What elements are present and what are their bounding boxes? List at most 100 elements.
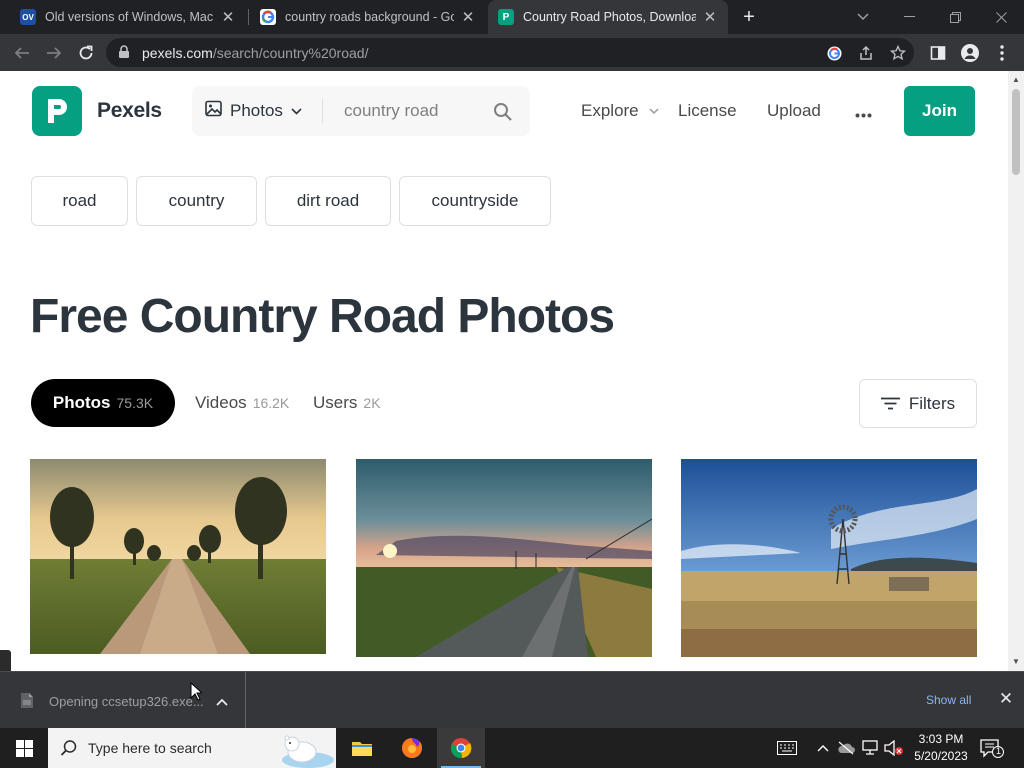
taskbar-search-box[interactable]: Type here to search [48, 728, 336, 768]
photo-windmill-field[interactable] [681, 459, 977, 657]
url-text: pexels.com/search/country%20road/ [142, 45, 368, 61]
scroll-down-arrow-icon[interactable]: ▼ [1012, 657, 1020, 666]
browser-toolbar: pexels.com/search/country%20road/ [0, 34, 1024, 71]
tab-pexels-active[interactable]: P Country Road Photos, Download ✕ [488, 0, 728, 34]
file-explorer-icon[interactable] [338, 728, 386, 768]
tab-photos-label: Photos [52, 393, 111, 412]
taskbar-search-placeholder: Type here to search [88, 740, 212, 756]
show-all-downloads-link[interactable]: Show all [926, 693, 971, 707]
windows-start-icon[interactable] [0, 728, 48, 768]
notification-count: 1 [995, 746, 1001, 756]
download-bar: Opening ccsetup326.exe... Show all ✕ [0, 671, 1024, 728]
polar-bear-search-highlight-icon [274, 730, 334, 768]
download-filename: Opening ccsetup326.exe... [49, 694, 204, 709]
tab-photos[interactable]: Photos 75.3K [31, 379, 175, 427]
scrollbar-thumb[interactable] [1012, 89, 1020, 175]
explore-label: Explore [581, 101, 639, 120]
brand-name[interactable]: Pexels [97, 99, 162, 123]
page-edge-handle [0, 650, 11, 671]
filters-button[interactable]: Filters [859, 379, 977, 428]
photo-road-to-sunset[interactable] [356, 459, 652, 657]
chrome-taskbar-icon[interactable] [437, 728, 485, 768]
related-chip-road[interactable]: road [31, 176, 128, 226]
pexels-logo-icon[interactable] [32, 86, 82, 136]
download-item[interactable]: Opening ccsetup326.exe... [0, 672, 246, 728]
back-arrow-icon[interactable] [9, 40, 35, 66]
search-input[interactable] [332, 98, 482, 124]
lock-icon[interactable] [118, 45, 130, 64]
restore-icon[interactable] [932, 0, 978, 34]
address-bar[interactable]: pexels.com/search/country%20road/ [106, 38, 914, 67]
related-chip-dirt-road[interactable]: dirt road [265, 176, 391, 226]
photo-tree-lined-dirt-road[interactable] [30, 459, 326, 654]
page-title: Free Country Road Photos [30, 290, 615, 343]
notification-center-icon[interactable]: 1 [980, 738, 1004, 758]
upload-link[interactable]: Upload [767, 101, 821, 121]
license-link[interactable]: License [678, 101, 737, 121]
file-icon [20, 692, 34, 714]
pexels-favicon-icon: P [498, 9, 514, 25]
clock-time: 3:03 PM [918, 732, 964, 746]
keyboard-icon[interactable] [776, 739, 798, 757]
firefox-icon[interactable] [388, 728, 436, 768]
browser-tab-strip: OV Old versions of Windows, Mac an ✕ cou… [0, 0, 1024, 34]
tab-google-search[interactable]: country roads background - Goo ✕ [250, 0, 486, 34]
windows-taskbar: Type here to search 3:03 PM 5/20/2023 1 [0, 728, 1024, 768]
media-type-label: Photos [230, 101, 283, 120]
page-scrollbar[interactable]: ▲ ▼ [1008, 71, 1024, 671]
show-hidden-icons-chevron-icon[interactable] [813, 739, 833, 757]
taskbar-clock[interactable]: 3:03 PM 5/20/2023 [912, 731, 970, 765]
related-chip-countryside[interactable]: countryside [399, 176, 551, 226]
url-host: pexels.com [142, 45, 213, 61]
tab-close-icon[interactable]: ✕ [460, 8, 476, 26]
profile-avatar-icon[interactable] [959, 42, 981, 64]
pexels-page: Pexels Photos Explore License Upload Joi… [0, 71, 1008, 671]
image-icon [205, 100, 222, 122]
tab-videos-count: 16.2K [252, 395, 290, 411]
tab-users[interactable]: Users 2K [313, 379, 381, 427]
media-type-select[interactable]: Photos [192, 86, 323, 136]
join-button[interactable]: Join [904, 86, 975, 136]
tab-close-icon[interactable]: ✕ [702, 8, 718, 26]
filters-label: Filters [908, 393, 956, 413]
search-bar: Photos [192, 86, 530, 136]
search-icon[interactable] [490, 99, 516, 125]
onedrive-offline-icon[interactable] [836, 739, 856, 757]
bookmark-star-icon[interactable] [888, 43, 908, 63]
close-window-icon[interactable] [978, 0, 1024, 34]
more-menu-icon[interactable] [855, 102, 872, 123]
tab-search-chevron-icon[interactable] [840, 0, 886, 34]
tab-old-versions[interactable]: OV Old versions of Windows, Mac an ✕ [10, 0, 246, 34]
tab-close-icon[interactable]: ✕ [220, 8, 236, 26]
ov-favicon-icon: OV [20, 9, 36, 25]
reload-icon[interactable] [73, 40, 99, 66]
tab-users-label: Users [313, 393, 358, 412]
scroll-up-arrow-icon[interactable]: ▲ [1012, 75, 1020, 84]
tab-title: country roads background - Goo [285, 10, 454, 24]
network-icon[interactable] [860, 739, 880, 757]
explore-menu[interactable]: Explore [581, 101, 659, 121]
chevron-down-icon [649, 108, 659, 115]
mouse-cursor-icon [190, 681, 204, 706]
chevron-down-icon [291, 102, 302, 120]
chevron-up-icon[interactable] [216, 693, 228, 711]
tab-title: Old versions of Windows, Mac an [45, 10, 214, 24]
search-icon [60, 739, 78, 762]
minimize-icon[interactable] [886, 0, 932, 34]
tab-photos-count: 75.3K [116, 395, 154, 411]
tab-users-count: 2K [363, 395, 381, 411]
forward-arrow-icon[interactable] [41, 40, 67, 66]
side-panel-icon[interactable] [927, 42, 949, 64]
volume-muted-icon[interactable] [884, 739, 904, 757]
search-divider [322, 99, 323, 123]
new-tab-button[interactable]: + [737, 4, 761, 30]
chrome-menu-icon[interactable] [991, 42, 1013, 64]
related-chip-country[interactable]: country [136, 176, 257, 226]
tab-videos[interactable]: Videos 16.2K [195, 379, 289, 427]
google-lens-icon[interactable] [824, 43, 844, 63]
filter-lines-icon [880, 397, 900, 410]
tab-title: Country Road Photos, Download [523, 10, 696, 24]
tab-separator [248, 9, 249, 25]
close-download-bar-icon[interactable]: ✕ [997, 689, 1015, 709]
share-icon[interactable] [856, 43, 876, 63]
